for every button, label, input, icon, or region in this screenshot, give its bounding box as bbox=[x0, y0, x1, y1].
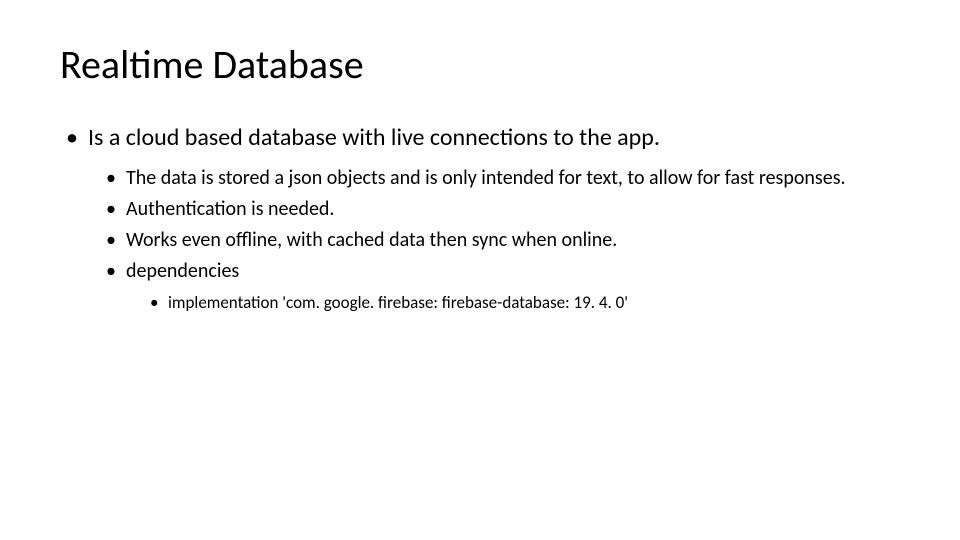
bullet-level-3: implementation 'com. google. firebase: f… bbox=[146, 291, 900, 315]
bullet-level-2: Works even offline, with cached data the… bbox=[102, 227, 900, 254]
bullet-level-1: Is a cloud based database with live conn… bbox=[60, 121, 900, 155]
slide-container: Realtime Database Is a cloud based datab… bbox=[0, 0, 960, 354]
bullet-level-2: The data is stored a json objects and is… bbox=[102, 165, 900, 192]
bullet-list: Is a cloud based database with live conn… bbox=[60, 121, 900, 314]
bullet-level-2: dependencies bbox=[102, 258, 900, 285]
slide-title: Realtime Database bbox=[60, 40, 900, 89]
bullet-level-2: Authentication is needed. bbox=[102, 196, 900, 223]
